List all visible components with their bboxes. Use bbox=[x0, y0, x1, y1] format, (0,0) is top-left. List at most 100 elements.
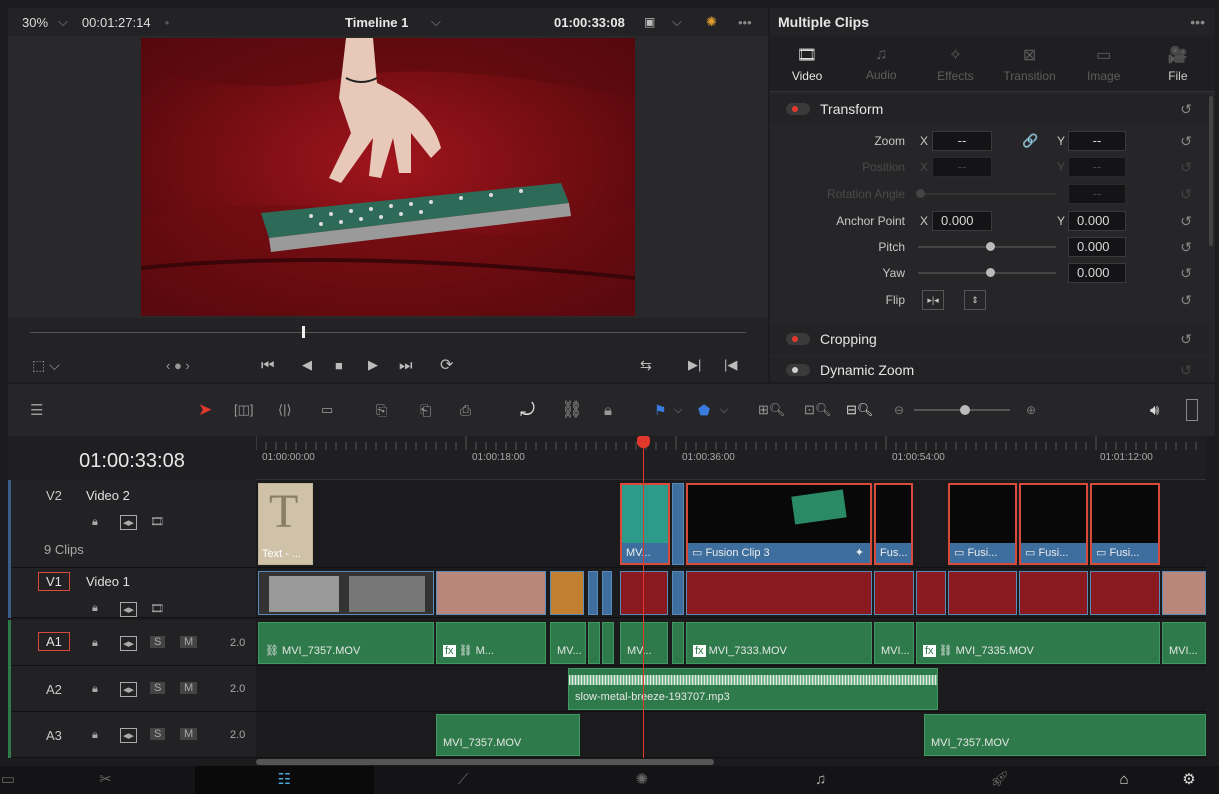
pitch-knob[interactable] bbox=[986, 242, 995, 251]
lock-icon[interactable]: 🔒︎ bbox=[92, 516, 98, 529]
anchor-y-field[interactable]: 0.000 bbox=[1068, 211, 1126, 231]
fus-clip[interactable]: Fus... bbox=[874, 483, 913, 565]
a1-clip-11[interactable]: MVI... bbox=[1162, 622, 1206, 664]
track-header-v2[interactable]: V2 Video 2 🔒︎ ◂▸ 🎞 9 Clips bbox=[8, 480, 256, 568]
track-header-v1[interactable]: V1 Video 1 🔒︎ ◂▸ 🎞 bbox=[8, 568, 256, 618]
tab-file[interactable]: 🎥 File bbox=[1143, 36, 1213, 91]
a3-lock-icon[interactable]: 🔒︎ bbox=[92, 729, 98, 742]
track-name-v1[interactable]: Video 1 bbox=[86, 574, 130, 589]
fusion-clip-a[interactable]: ▭ Fusi... bbox=[948, 483, 1017, 565]
a2-lock-icon[interactable]: 🔒︎ bbox=[92, 683, 98, 696]
dynamic-zoom-section-header[interactable]: Dynamic Zoom ↺ bbox=[770, 357, 1210, 382]
position-lock-icon[interactable]: 🔒︎ bbox=[604, 402, 612, 419]
zoom-full-icon[interactable]: ⊞🔍︎ bbox=[758, 402, 785, 418]
stop-icon[interactable]: ■ bbox=[335, 358, 343, 373]
anchor-reset-icon[interactable]: ↺ bbox=[1180, 213, 1192, 230]
v1-clip-7[interactable] bbox=[672, 571, 684, 615]
dynamic-zoom-toggle[interactable] bbox=[786, 363, 810, 376]
deliver-page-icon[interactable]: 🚀︎ bbox=[910, 766, 1089, 794]
jog-control-icon[interactable]: ‹ ● › bbox=[166, 358, 190, 373]
flag-icon[interactable]: ⚑ bbox=[654, 402, 667, 419]
cut-page-icon[interactable]: ✂ bbox=[16, 766, 195, 794]
viewer-scrubber[interactable] bbox=[8, 318, 768, 348]
edit-page-icon[interactable]: ☷ bbox=[194, 766, 374, 794]
track-v1[interactable] bbox=[256, 568, 1206, 618]
v2-clip-small[interactable] bbox=[672, 483, 684, 565]
v1-clip-3[interactable] bbox=[550, 571, 584, 615]
track-a1[interactable]: ⛓ MVI_7357.MOV fx ⛓ M... MV... MV... fx … bbox=[256, 620, 1206, 666]
a1-clip-1[interactable]: ⛓ MVI_7357.MOV bbox=[258, 622, 434, 664]
v1-clip-12[interactable] bbox=[1019, 571, 1088, 615]
v1-clip-8[interactable] bbox=[686, 571, 872, 615]
tab-image[interactable]: ▭ Image bbox=[1069, 36, 1139, 91]
auto-select-icon[interactable]: ◂▸ bbox=[120, 515, 138, 530]
a1-solo-button[interactable]: S bbox=[150, 636, 166, 648]
timeline-chevron-icon[interactable]: ⌵ bbox=[431, 14, 441, 30]
media-page-icon[interactable]: ▭ bbox=[0, 766, 16, 794]
color-effects-icon[interactable]: ✺ bbox=[706, 14, 717, 30]
a1-mute-button[interactable]: M bbox=[180, 636, 198, 648]
dynamic-zoom-reset-icon[interactable]: ↺ bbox=[1180, 362, 1192, 379]
a1-clip-5[interactable] bbox=[602, 622, 614, 664]
flip-reset-icon[interactable]: ↺ bbox=[1180, 292, 1192, 309]
a1-clip-7[interactable] bbox=[672, 622, 684, 664]
playhead[interactable] bbox=[643, 438, 644, 758]
inspector-scrollbar[interactable] bbox=[1209, 96, 1213, 246]
snapping-icon[interactable]: ⤾ bbox=[520, 400, 535, 421]
yaw-field[interactable]: 0.000 bbox=[1068, 263, 1126, 283]
a2-clip-1[interactable]: slow-metal-breeze-193707.mp3 bbox=[568, 668, 938, 710]
track-id-v1[interactable]: V1 bbox=[38, 572, 70, 591]
timeline-ruler[interactable]: 01:00:00:00 01:00:18:00 01:00:36:00 01:0… bbox=[256, 436, 1206, 480]
audio-meter-icon[interactable] bbox=[1186, 399, 1198, 421]
mark-in-icon[interactable]: ▶| bbox=[688, 357, 701, 373]
v1-clip-14[interactable] bbox=[1162, 571, 1206, 615]
tab-audio[interactable]: ♫ Audio bbox=[846, 36, 916, 91]
settings-gear-icon[interactable]: ⚙ bbox=[1159, 766, 1219, 794]
layout-options-icon[interactable]: ☰ bbox=[30, 401, 43, 419]
a3-solo-button[interactable]: S bbox=[150, 728, 166, 740]
playhead-handle[interactable] bbox=[637, 436, 650, 448]
zoom-x-field[interactable]: -- bbox=[932, 131, 992, 151]
a3-mute-button[interactable]: M bbox=[180, 728, 198, 740]
a2-mute-button[interactable]: M bbox=[180, 682, 198, 694]
v1-lock-icon[interactable]: 🔒︎ bbox=[92, 602, 98, 615]
quality-chevron-icon[interactable]: ⌵ bbox=[672, 14, 682, 30]
track-name-v2[interactable]: Video 2 bbox=[86, 488, 130, 503]
a3-clip-1[interactable]: MVI_7357.MOV bbox=[436, 714, 580, 756]
transform-reset-icon[interactable]: ↺ bbox=[1180, 101, 1192, 118]
flip-horizontal-icon[interactable]: ▸|◂ bbox=[922, 290, 944, 310]
blade-tool-icon[interactable]: ▭ bbox=[321, 402, 333, 418]
mark-out-icon[interactable]: |◀ bbox=[724, 357, 737, 373]
a3-clip-2[interactable]: MVI_7357.MOV bbox=[924, 714, 1206, 756]
v2-clip-mv[interactable]: MV... bbox=[620, 483, 670, 565]
transform-section-header[interactable]: Transform ↺ bbox=[770, 94, 1210, 124]
track-a3[interactable]: MVI_7357.MOV MVI_7357.MOV bbox=[256, 712, 1206, 758]
track-a2[interactable]: slow-metal-breeze-193707.mp3 bbox=[256, 666, 1206, 712]
display-quality-icon[interactable]: ▣ bbox=[644, 15, 655, 29]
text-clip[interactable]: T Text - ... bbox=[258, 483, 313, 565]
zoom-custom-icon[interactable]: ⊟🔍︎ bbox=[846, 402, 873, 418]
track-v2[interactable]: T Text - ... MV... ▭ Fusion Clip 3 ✦ Fus.… bbox=[256, 480, 1206, 568]
a1-auto-select-icon[interactable]: ◂▸ bbox=[120, 636, 138, 651]
chevron-down-icon[interactable]: ⌵ bbox=[58, 14, 68, 30]
a3-auto-select-icon[interactable]: ◂▸ bbox=[120, 728, 138, 743]
timeline-scrollbar[interactable] bbox=[256, 759, 714, 765]
inspector-more-icon[interactable]: ••• bbox=[1190, 14, 1205, 30]
a1-clip-8[interactable]: fx MVI_7333.MOV bbox=[686, 622, 872, 664]
fusion-clip-c[interactable]: ▭ Fusi... bbox=[1090, 483, 1160, 565]
fusion-clip-3[interactable]: ▭ Fusion Clip 3 ✦ bbox=[686, 483, 872, 565]
match-frame-icon[interactable]: ⇆ bbox=[640, 357, 652, 374]
a1-clip-3[interactable]: MV... bbox=[550, 622, 586, 664]
yaw-reset-icon[interactable]: ↺ bbox=[1180, 265, 1192, 282]
v1-clip-4[interactable] bbox=[588, 571, 598, 615]
tab-transition[interactable]: ⊠ Transition bbox=[995, 36, 1065, 91]
cropping-toggle[interactable] bbox=[786, 333, 810, 345]
loop-icon[interactable]: ⟳ bbox=[440, 355, 453, 375]
fairlight-page-icon[interactable]: ♫ bbox=[731, 766, 910, 794]
v1-clip-11[interactable] bbox=[948, 571, 1017, 615]
dynamic-trim-icon[interactable]: ⟨|⟩ bbox=[278, 402, 292, 418]
linked-selection-icon[interactable]: ⛓ bbox=[561, 400, 583, 420]
a1-clip-9[interactable]: MVI... bbox=[874, 622, 914, 664]
cropping-section-header[interactable]: Cropping ↺ bbox=[770, 324, 1210, 354]
a2-auto-select-icon[interactable]: ◂▸ bbox=[120, 682, 138, 697]
